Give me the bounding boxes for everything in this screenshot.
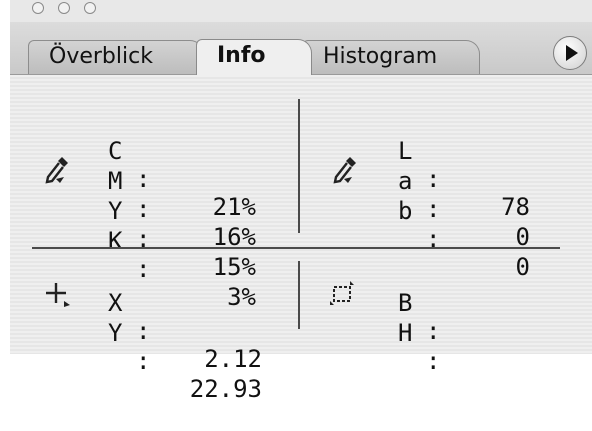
size-label: H <box>398 319 413 347</box>
separator: : <box>426 195 441 223</box>
cmyk-value: 3% <box>227 283 256 311</box>
position-value: 22.93 <box>189 375 262 403</box>
tab-info-label: Info <box>217 43 266 68</box>
lab-value: 78 <box>501 193 530 221</box>
separator: : <box>136 195 151 223</box>
separator: : <box>136 317 151 345</box>
zoom-button[interactable] <box>84 2 96 14</box>
selection-rect-icon <box>330 281 354 305</box>
palette-menu-button[interactable] <box>553 36 587 70</box>
info-content: C : 21% M : 16% Y : 15% K : 3% L: 78 a … <box>10 75 592 403</box>
palette-titlebar <box>10 0 592 22</box>
close-button[interactable] <box>32 2 44 14</box>
tab-info[interactable]: Info <box>196 39 312 75</box>
separator: : <box>136 165 151 193</box>
lab-label: b <box>398 197 413 225</box>
separator: : <box>426 165 441 193</box>
separator: : <box>426 317 441 345</box>
minimize-button[interactable] <box>58 2 70 14</box>
vertical-divider-bottom <box>298 261 300 329</box>
tab-histogram[interactable]: Histogram <box>302 40 480 74</box>
lab-value: 0 <box>515 253 530 281</box>
position-value: 2.12 <box>204 345 262 373</box>
size-label: B <box>398 289 413 317</box>
vertical-divider-top <box>298 99 300 233</box>
tab-overblick[interactable]: Överblick <box>28 40 204 74</box>
info-palette-window: Överblick Info Histogram C : 21% M : 16%… <box>10 0 592 403</box>
separator: : <box>136 347 151 375</box>
separator: : <box>136 255 151 283</box>
tab-bar: Överblick Info Histogram <box>10 22 592 75</box>
lab-label: a <box>398 167 413 195</box>
eyedropper-icon <box>333 157 356 184</box>
size-row-h: H : <box>10 291 440 431</box>
lab-label: L <box>398 137 413 165</box>
cmyk-value: 21% <box>212 193 256 221</box>
separator: : <box>426 347 441 375</box>
tab-overblick-label: Överblick <box>49 44 153 69</box>
cmyk-value: 15% <box>212 253 256 281</box>
tab-histogram-label: Histogram <box>323 44 438 69</box>
horizontal-divider <box>32 247 560 249</box>
